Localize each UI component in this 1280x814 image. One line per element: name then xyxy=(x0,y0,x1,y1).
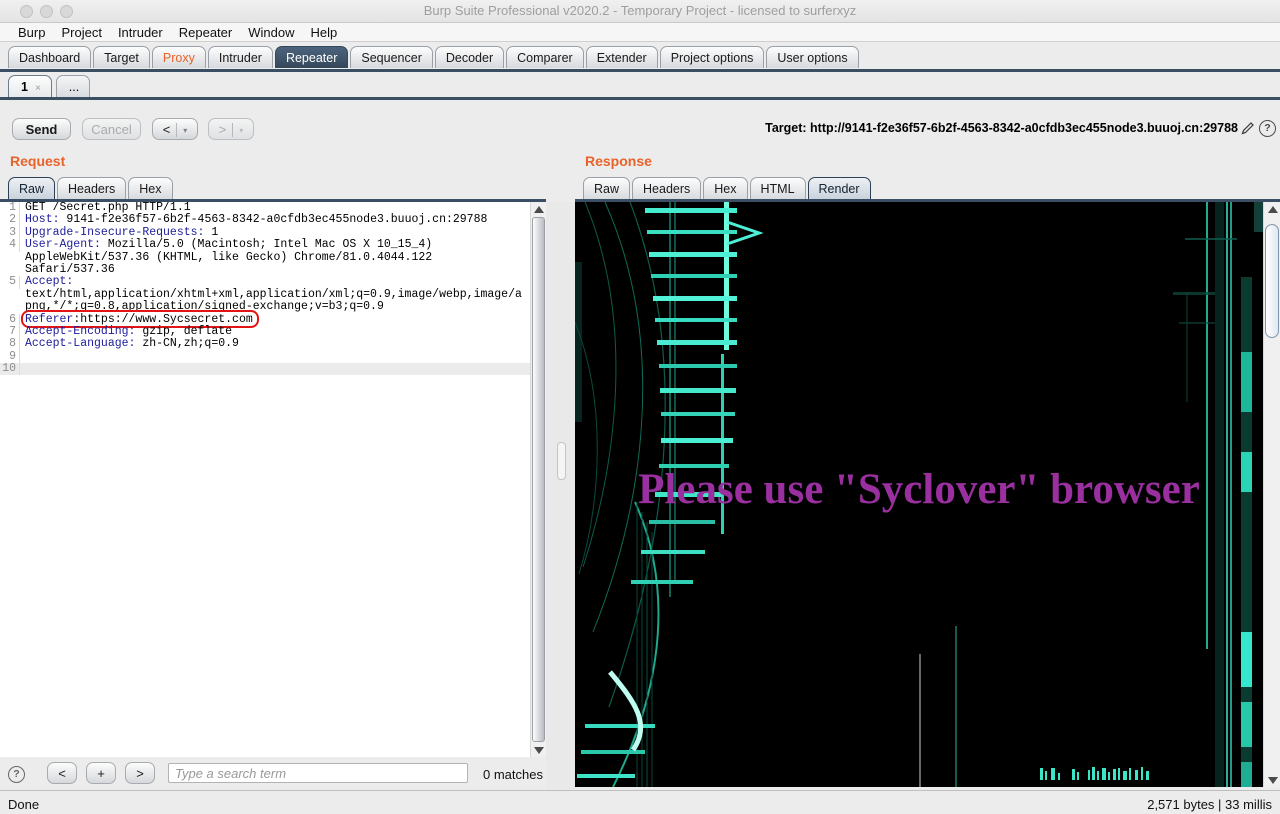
edit-pencil-icon[interactable] xyxy=(1240,120,1256,136)
back-button[interactable]: < ▾ xyxy=(152,118,198,140)
request-tab-row: Raw Headers Hex xyxy=(8,177,175,200)
line-number: 5 xyxy=(0,275,20,289)
burp-suite-window: { "window": {"title": "Burp Suite Profes… xyxy=(0,0,1280,814)
search-input[interactable] xyxy=(168,763,468,783)
tab-decoder[interactable]: Decoder xyxy=(434,46,505,68)
search-next-button[interactable]: > xyxy=(125,762,155,784)
menu-bar: Burp Project Intruder Repeater Window Help xyxy=(0,23,1280,42)
response-tab-headers[interactable]: Headers xyxy=(632,177,702,199)
request-scrollbar[interactable] xyxy=(530,202,547,757)
line-number: 10 xyxy=(0,362,20,376)
response-section-title: Response xyxy=(585,153,652,169)
search-add-button[interactable]: + xyxy=(86,762,116,784)
status-right-label: 2,571 bytes | 33 millis xyxy=(1147,797,1272,812)
tab-dashboard[interactable]: Dashboard xyxy=(8,46,92,68)
tab-sequencer[interactable]: Sequencer xyxy=(350,46,433,68)
tab-proxy[interactable]: Proxy xyxy=(151,46,206,68)
target-line: Target: http://9141-f2e36f57-6b2f-4563-8… xyxy=(765,121,1238,135)
response-render-view[interactable]: Please use "Syclover" browser xyxy=(575,202,1263,787)
render-message-text: Please use "Syclover" browser xyxy=(638,466,1200,513)
close-icon[interactable]: × xyxy=(35,83,41,94)
response-tab-hex[interactable]: Hex xyxy=(703,177,748,199)
response-tab-render[interactable]: Render xyxy=(807,177,871,199)
request-tab-headers[interactable]: Headers xyxy=(57,177,127,199)
repeater-subtab-[interactable]: ... xyxy=(55,75,91,97)
menu-item-intruder[interactable]: Intruder xyxy=(110,23,171,40)
tab-comparer[interactable]: Comparer xyxy=(506,46,584,68)
target-label: Target: xyxy=(765,121,807,135)
send-button[interactable]: Send xyxy=(12,118,71,140)
repeater-subtab-1[interactable]: 1 × xyxy=(8,75,52,97)
subtab-underline xyxy=(0,97,1280,100)
request-editor-row: Safari/537.36 xyxy=(25,262,115,276)
request-tab-raw[interactable]: Raw xyxy=(8,177,56,199)
request-editor-row: 9 xyxy=(0,350,530,364)
menu-item-repeater[interactable]: Repeater xyxy=(171,23,240,40)
response-tab-html[interactable]: HTML xyxy=(749,177,806,199)
tab-extender[interactable]: Extender xyxy=(585,46,658,68)
menu-item-window[interactable]: Window xyxy=(240,23,302,40)
cancel-button[interactable]: Cancel xyxy=(82,118,141,140)
scroll-up-icon[interactable] xyxy=(531,202,547,216)
search-matches-label: 0 matches xyxy=(483,767,543,782)
search-prev-button[interactable]: < xyxy=(47,762,77,784)
split-separator xyxy=(176,122,178,137)
split-separator xyxy=(232,122,234,137)
response-tab-raw[interactable]: Raw xyxy=(583,177,631,199)
line-number: 2 xyxy=(0,213,20,227)
repeater-subtab-row: 1 ×... xyxy=(8,75,94,98)
line-number: 8 xyxy=(0,337,20,351)
scroll-up-icon[interactable] xyxy=(1264,202,1280,216)
forward-button[interactable]: > ▾ xyxy=(208,118,254,140)
tab-project-options[interactable]: Project options xyxy=(659,46,765,68)
tab-user-options[interactable]: User options xyxy=(766,46,859,68)
referer-header-annotation: Referer:https://www.Sycsecret.com xyxy=(25,312,253,326)
request-tab-hex[interactable]: Hex xyxy=(128,177,173,199)
response-tab-row: Raw Headers Hex HTML Render xyxy=(583,177,873,200)
response-scrollbar-thumb[interactable] xyxy=(1265,224,1279,338)
chevron-down-icon[interactable]: ▾ xyxy=(239,126,243,135)
request-editor-row: 10 xyxy=(0,362,530,376)
response-scrollbar[interactable] xyxy=(1263,202,1280,787)
title-bar: Burp Suite Professional v2020.2 - Tempor… xyxy=(0,0,1280,23)
scroll-down-icon[interactable] xyxy=(1264,773,1280,787)
line-number: 4 xyxy=(0,238,20,252)
menu-item-project[interactable]: Project xyxy=(53,23,109,40)
tab-target[interactable]: Target xyxy=(93,46,150,68)
request-section-title: Request xyxy=(10,153,66,169)
status-left-label: Done xyxy=(8,797,40,812)
main-tab-row: Dashboard Target Proxy Intruder Repeater Sequ… xyxy=(8,46,861,69)
divider-drag-handle[interactable] xyxy=(557,442,566,480)
window-title: Burp Suite Professional v2020.2 - Tempor… xyxy=(423,3,857,18)
search-help-icon[interactable]: ? xyxy=(8,766,25,783)
main-tab-underline xyxy=(0,69,1280,72)
scroll-down-icon[interactable] xyxy=(531,743,547,757)
status-bar: Done 2,571 bytes | 33 millis xyxy=(0,790,1280,814)
tab-intruder[interactable]: Intruder xyxy=(207,46,273,68)
request-scrollbar-thumb[interactable] xyxy=(532,217,545,742)
menu-item-burp[interactable]: Burp xyxy=(10,23,53,40)
tab-repeater[interactable]: Repeater xyxy=(274,46,349,68)
target-url: http://9141-f2e36f57-6b2f-4563-8342-a0cf… xyxy=(810,121,1238,135)
panel-divider xyxy=(546,202,575,790)
request-editor-row: 8 Accept-Language: zh-CN,zh;q=0.9 xyxy=(0,337,530,351)
chevron-down-icon[interactable]: ▾ xyxy=(183,126,187,135)
menu-item-help[interactable]: Help xyxy=(302,23,345,40)
request-editor[interactable]: 1 GET /Secret.php HTTP/1.1 2 Host: 9141-f2e… xyxy=(0,202,530,757)
target-help-icon[interactable]: ? xyxy=(1259,120,1276,137)
